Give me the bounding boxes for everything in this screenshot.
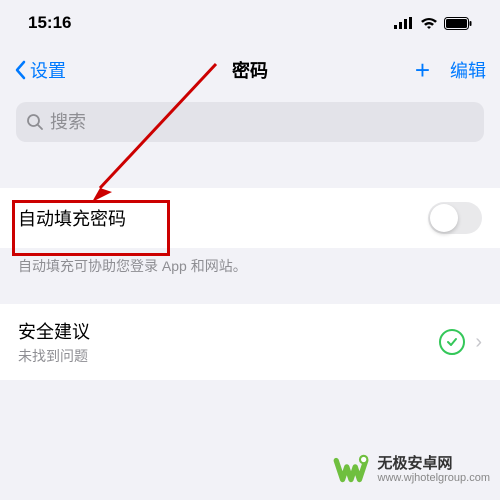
autofill-note: 自动填充可协助您登录 App 和网站。 (0, 248, 500, 276)
security-cell[interactable]: 安全建议 未找到问题 › (0, 304, 500, 380)
chevron-right-icon: › (475, 331, 482, 354)
status-bar: 15:16 (0, 0, 500, 46)
security-sub: 未找到问题 (18, 346, 90, 366)
chevron-left-icon (14, 60, 26, 80)
status-time: 15:16 (28, 13, 71, 33)
status-icons (394, 17, 472, 30)
nav-bar: 设置 密码 + 编辑 (0, 46, 500, 94)
back-label: 设置 (30, 57, 66, 83)
checkmark-icon (439, 329, 465, 355)
watermark-logo-icon (332, 450, 372, 490)
search-input[interactable] (50, 112, 474, 133)
back-button[interactable]: 设置 (14, 57, 66, 83)
search-icon (26, 113, 44, 131)
page-title: 密码 (232, 57, 268, 83)
security-right: › (439, 329, 482, 355)
autofill-toggle[interactable] (428, 202, 482, 234)
autofill-label: 自动填充密码 (18, 205, 126, 231)
edit-button[interactable]: 编辑 (450, 57, 486, 83)
autofill-cell[interactable]: 自动填充密码 (0, 188, 500, 248)
security-group: 安全建议 未找到问题 › (0, 304, 500, 380)
battery-icon (444, 17, 472, 30)
add-button[interactable]: + (415, 57, 430, 83)
watermark-url: www.wjhotelgroup.com (378, 472, 491, 484)
autofill-group: 自动填充密码 (0, 188, 500, 248)
search-container (0, 94, 500, 160)
signal-icon (394, 17, 414, 29)
security-label: 安全建议 (18, 318, 90, 344)
watermark-title: 无极安卓网 (378, 456, 491, 473)
search-field[interactable] (16, 102, 484, 142)
watermark: 无极安卓网 www.wjhotelgroup.com (332, 450, 491, 490)
wifi-icon (420, 17, 438, 30)
